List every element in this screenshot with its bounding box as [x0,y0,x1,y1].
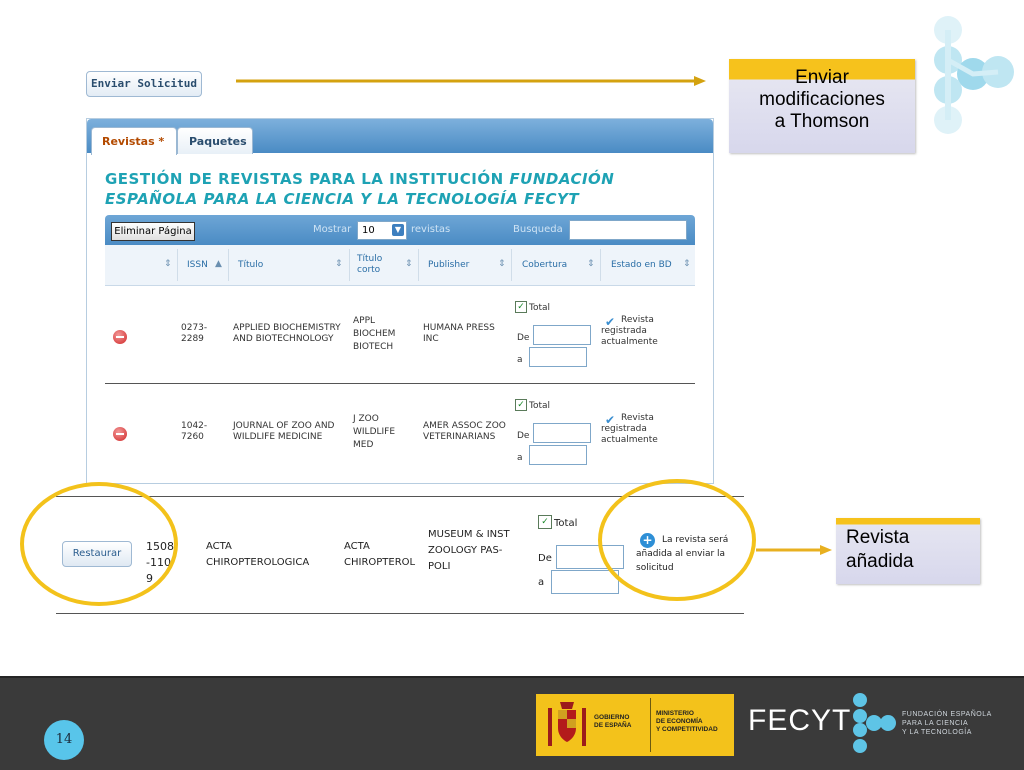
journals-label: revistas [411,224,451,235]
issn-cell: 1042-7260 [181,421,208,442]
column-issn[interactable]: ISSN [187,260,208,270]
callout-line-2: modificaciones [759,89,885,110]
column-db-status[interactable]: Estado en BD [611,260,672,270]
short-title-cell: J ZOO WILDLIFE MED [353,414,396,450]
to-label: a [517,355,523,365]
chevron-down-icon: ▼ [392,224,404,236]
to-year-input[interactable] [529,347,587,367]
title-italic-1: FUNDACIÓN [509,170,615,188]
remove-icon[interactable] [113,427,127,441]
sort-icon[interactable]: ⇕ [335,259,343,269]
page-size-select[interactable]: 10 ▼ [357,221,407,240]
from-label: De [517,333,530,343]
send-request-label: Enviar Solicitud [91,77,197,90]
grid-toolbar: Eliminar Página Mostrar 10 ▼ revistas Bu… [105,215,695,245]
highlight-circle-status [598,479,756,601]
column-coverage[interactable]: Cobertura [522,260,567,270]
tab-revistas[interactable]: Revistas * [91,127,177,155]
total-label: Total [554,518,578,529]
added-callout: Revista añadida [836,518,980,584]
sort-icon[interactable]: ⇕ [164,259,172,269]
publisher-cell: MUSEUM & INST ZOOLOGY PAS-POLI [428,529,510,572]
send-changes-callout: Enviar modificaciones a Thomson [729,59,915,153]
total-checkbox[interactable]: ✓ [515,399,527,411]
status-cell: Revista registrada actualmente [601,315,658,347]
from-label: De [538,553,552,564]
fecyt-dots-logo [928,12,1018,137]
short-title-cell: APPL BIOCHEM BIOTECH [353,316,396,352]
title-normal: GESTIÓN DE REVISTAS PARA LA INSTITUCIÓN [105,170,510,188]
total-label: Total [529,303,551,313]
delete-page-button[interactable]: Eliminar Página [111,222,195,241]
table-row: 0273-2289 APPLIED BIOCHEMISTRY AND BIOTE… [105,285,695,384]
search-input[interactable] [569,220,687,240]
table-header: ⇕ ISSN ▲ Título ⇕ Título corto ⇕ Publish… [105,245,695,286]
sort-icon[interactable]: ⇕ [498,259,506,269]
footer: 14 GOBIERNO DE ESPAÑA MINISTERIO DE ECON… [0,676,1024,770]
search-label: Busqueda [513,224,563,235]
delete-page-label: Eliminar Página [114,226,192,237]
page-title: GESTIÓN DE REVISTAS PARA LA INSTITUCIÓN … [105,169,705,209]
sort-icon[interactable]: ⇕ [683,259,691,269]
column-title[interactable]: Título [238,260,263,270]
gov-line-2: DE ESPAÑA [594,722,632,729]
fecyt-wordmark: FECYT [748,704,851,738]
to-label: a [517,453,523,463]
tab-paquetes[interactable]: Paquetes [177,127,253,154]
title-cell: JOURNAL OF ZOO AND WILDLIFE MEDICINE [233,421,335,442]
title-italic-2: ESPAÑOLA PARA LA CIENCIA Y LA TECNOLOGÍA… [105,190,580,208]
callout-line-1: Enviar [795,67,849,88]
journals-panel: Revistas * Paquetes GESTIÓN DE REVISTAS … [86,118,714,484]
table-row: 1042-7260 JOURNAL OF ZOO AND WILDLIFE ME… [105,383,695,479]
total-label: Total [529,401,551,411]
foundation-line-3: Y LA TECNOLOGÍA [902,729,972,736]
foundation-line-1: FUNDACIÓN ESPAÑOLA [902,711,992,718]
to-label: a [538,577,545,588]
callout-line-3: a Thomson [774,111,870,132]
publisher-cell: AMER ASSOC ZOO VETERINARIANS [423,421,506,442]
tab-paquetes-label: Paquetes [189,135,247,148]
slide-number: 14 [55,732,73,747]
remove-icon[interactable] [113,330,127,344]
gov-logo-block: GOBIERNO DE ESPAÑA MINISTERIO DE ECONOMÍ… [536,694,734,756]
page-size-value: 10 [362,225,375,236]
column-short-title[interactable]: Título corto [357,254,397,276]
title-cell: APPLIED BIOCHEMISTRY AND BIOTECHNOLOGY [233,323,341,344]
publisher-cell: HUMANA PRESS INC [423,323,495,344]
gov-line-1: GOBIERNO [594,714,630,721]
coat-of-arms-icon [544,700,590,750]
arrow-to-send-callout [236,73,706,87]
from-year-input[interactable] [533,423,591,443]
sort-icon[interactable]: ⇕ [587,259,595,269]
to-year-input[interactable] [551,570,619,594]
total-checkbox[interactable]: ✓ [538,515,552,529]
highlight-circle-restore [20,482,178,606]
ministry-line-3: Y COMPETITIVIDAD [656,726,718,733]
column-publisher[interactable]: Publisher [428,260,469,270]
issn-cell: 0273-2289 [181,323,208,344]
arrow-to-added-callout [756,542,832,556]
foundation-line-2: PARA LA CIENCIA [902,720,969,727]
tab-revistas-label: Revistas * [102,135,165,148]
show-label: Mostrar [313,224,352,235]
from-label: De [517,431,530,441]
total-checkbox[interactable]: ✓ [515,301,527,313]
added-callout-line-1: Revista [846,527,910,548]
title-cell: ACTA CHIROPTEROLOGICA [206,541,310,568]
to-year-input[interactable] [529,445,587,465]
slide-number-badge: 14 [44,720,84,760]
send-request-button[interactable]: Enviar Solicitud [86,71,202,97]
fecyt-text: FECYT [748,704,852,737]
sort-icon[interactable]: ⇕ [405,259,413,269]
sort-asc-icon[interactable]: ▲ [215,259,222,269]
status-cell: Revista registrada actualmente [601,413,658,445]
short-title-cell: ACTA CHIROPTEROL [344,541,416,568]
added-callout-line-2: añadida [846,551,914,572]
ministry-line-2: DE ECONOMÍA [656,718,703,725]
ministry-line-1: MINISTERIO [656,710,694,717]
from-year-input[interactable] [533,325,591,345]
fecyt-logo-icon [848,690,898,756]
